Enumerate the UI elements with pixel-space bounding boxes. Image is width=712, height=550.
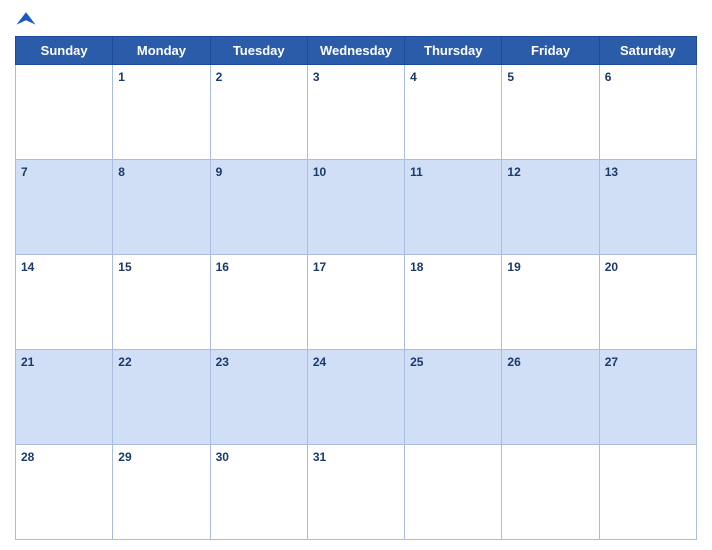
day-number: 1 <box>118 70 125 84</box>
calendar-day-cell: 12 <box>502 160 599 255</box>
day-number: 14 <box>21 260 34 274</box>
day-number: 18 <box>410 260 423 274</box>
calendar-day-cell: 26 <box>502 350 599 445</box>
day-number: 15 <box>118 260 131 274</box>
day-number: 28 <box>21 450 34 464</box>
day-number: 25 <box>410 355 423 369</box>
calendar-day-cell: 21 <box>16 350 113 445</box>
calendar-week-row: 1 2 3 4 5 6 <box>16 65 697 160</box>
calendar-week-row: 21 22 23 24 25 26 27 <box>16 350 697 445</box>
calendar-day-cell: 31 <box>307 445 404 540</box>
calendar-day-cell: 24 <box>307 350 404 445</box>
calendar-day-cell: 9 <box>210 160 307 255</box>
calendar-day-cell: 20 <box>599 255 696 350</box>
calendar-day-cell: 3 <box>307 65 404 160</box>
day-number: 5 <box>507 70 514 84</box>
calendar-week-row: 28 29 30 31 <box>16 445 697 540</box>
weekday-header-cell: Monday <box>113 37 210 65</box>
day-number: 8 <box>118 165 125 179</box>
calendar-day-cell: 4 <box>405 65 502 160</box>
calendar-day-cell: 18 <box>405 255 502 350</box>
calendar-day-cell: 14 <box>16 255 113 350</box>
day-number: 17 <box>313 260 326 274</box>
day-number: 13 <box>605 165 618 179</box>
calendar-day-cell: 17 <box>307 255 404 350</box>
calendar-day-cell: 13 <box>599 160 696 255</box>
calendar-day-cell: 22 <box>113 350 210 445</box>
day-number: 11 <box>410 165 423 179</box>
calendar-week-row: 14 15 16 17 18 19 20 <box>16 255 697 350</box>
day-number: 4 <box>410 70 417 84</box>
logo-bird-icon <box>15 10 37 32</box>
calendar-day-cell: 11 <box>405 160 502 255</box>
calendar-day-cell: 6 <box>599 65 696 160</box>
calendar-body: 1234567891011121314151617181920212223242… <box>16 65 697 540</box>
day-number: 12 <box>507 165 520 179</box>
day-number: 9 <box>216 165 223 179</box>
day-number: 20 <box>605 260 618 274</box>
day-number: 16 <box>216 260 229 274</box>
weekday-header-cell: Tuesday <box>210 37 307 65</box>
calendar-day-cell: 15 <box>113 255 210 350</box>
page-header <box>15 10 697 32</box>
day-number: 29 <box>118 450 131 464</box>
calendar-week-row: 7 8 9 10 11 12 13 <box>16 160 697 255</box>
calendar-day-cell: 8 <box>113 160 210 255</box>
calendar-day-cell: 2 <box>210 65 307 160</box>
day-number: 24 <box>313 355 326 369</box>
calendar-day-cell: 16 <box>210 255 307 350</box>
calendar-day-cell: 23 <box>210 350 307 445</box>
day-number: 2 <box>216 70 223 84</box>
weekday-header-cell: Sunday <box>16 37 113 65</box>
weekday-header-cell: Thursday <box>405 37 502 65</box>
calendar-day-cell: 1 <box>113 65 210 160</box>
calendar-day-cell: 10 <box>307 160 404 255</box>
weekday-header-cell: Friday <box>502 37 599 65</box>
day-number: 10 <box>313 165 326 179</box>
calendar-day-cell: 28 <box>16 445 113 540</box>
calendar-day-cell: 25 <box>405 350 502 445</box>
calendar-day-cell: 19 <box>502 255 599 350</box>
day-number: 26 <box>507 355 520 369</box>
weekday-header-row: SundayMondayTuesdayWednesdayThursdayFrid… <box>16 37 697 65</box>
calendar-day-cell <box>599 445 696 540</box>
calendar-day-cell <box>502 445 599 540</box>
calendar-day-cell: 5 <box>502 65 599 160</box>
day-number: 27 <box>605 355 618 369</box>
day-number: 19 <box>507 260 520 274</box>
day-number: 7 <box>21 165 28 179</box>
weekday-header-cell: Saturday <box>599 37 696 65</box>
day-number: 31 <box>313 450 326 464</box>
logo <box>15 10 41 32</box>
day-number: 3 <box>313 70 320 84</box>
calendar-day-cell: 29 <box>113 445 210 540</box>
calendar-table: SundayMondayTuesdayWednesdayThursdayFrid… <box>15 36 697 540</box>
day-number: 21 <box>21 355 34 369</box>
calendar-day-cell <box>16 65 113 160</box>
calendar-day-cell: 7 <box>16 160 113 255</box>
calendar-day-cell: 27 <box>599 350 696 445</box>
calendar-day-cell: 30 <box>210 445 307 540</box>
weekday-header-cell: Wednesday <box>307 37 404 65</box>
day-number: 23 <box>216 355 229 369</box>
calendar-day-cell <box>405 445 502 540</box>
day-number: 30 <box>216 450 229 464</box>
day-number: 6 <box>605 70 612 84</box>
day-number: 22 <box>118 355 131 369</box>
